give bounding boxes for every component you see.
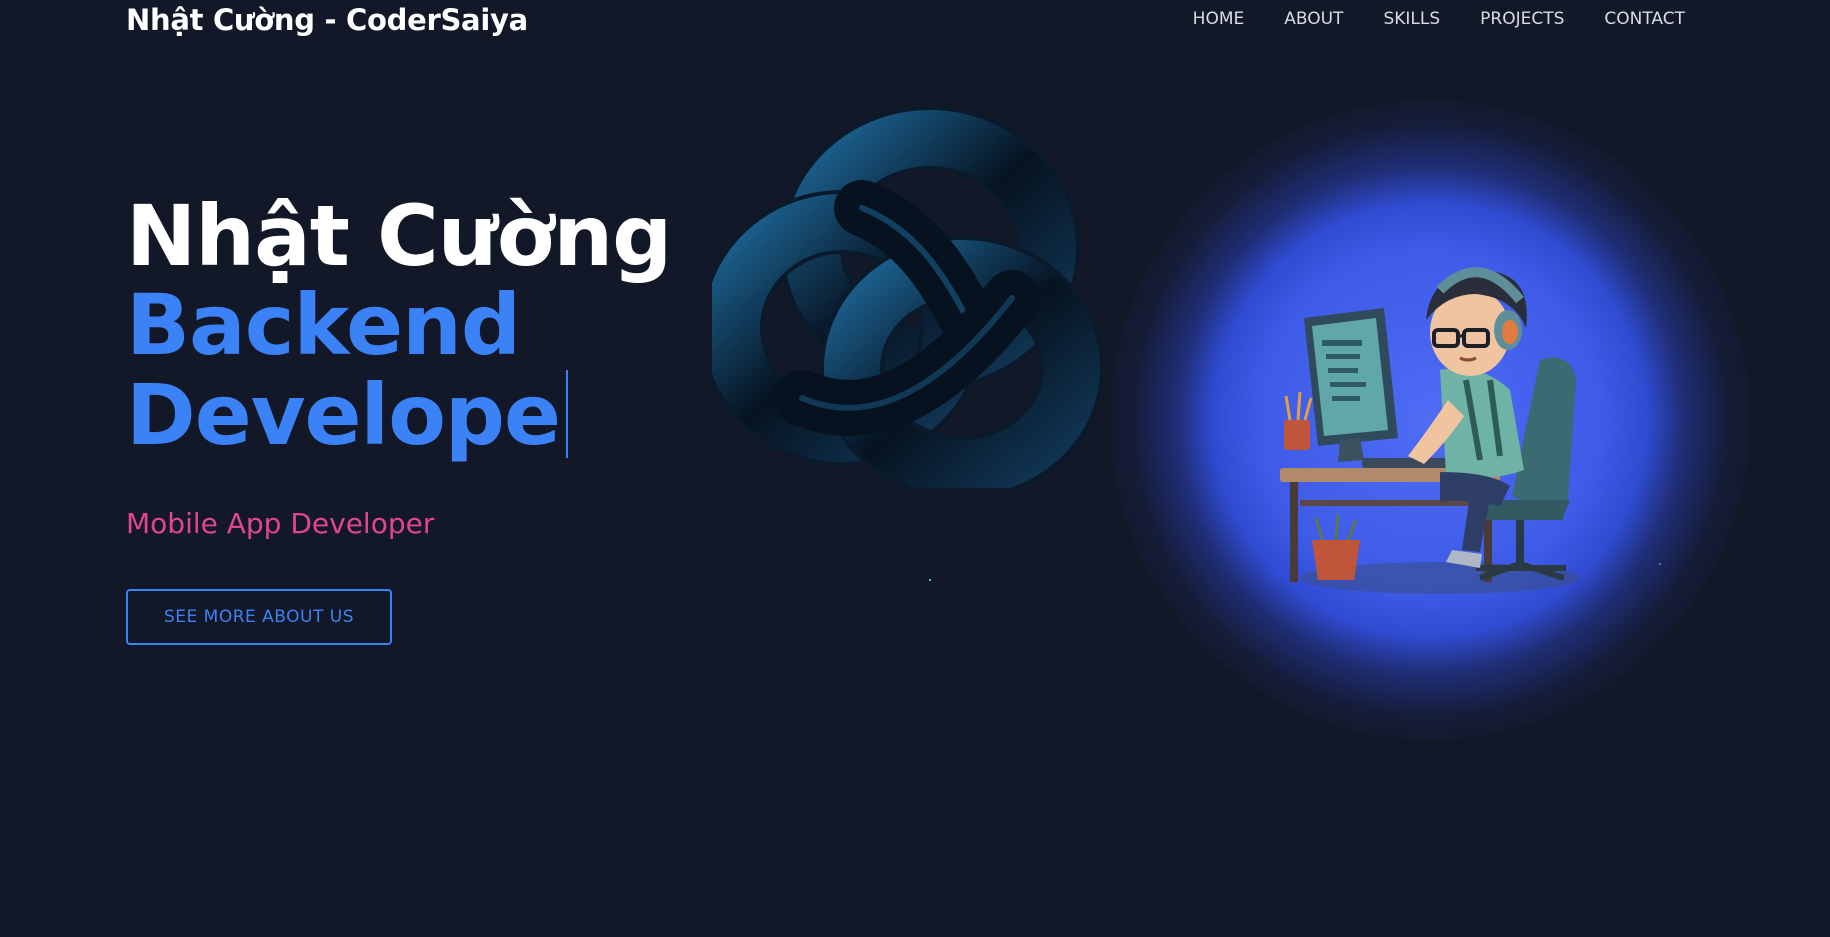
typing-caret (566, 370, 569, 458)
brand-logo[interactable]: Nhật Cường - CoderSaiya (126, 0, 528, 40)
hero-role-line1: Backend (126, 276, 521, 374)
nav-about[interactable]: ABOUT (1284, 6, 1343, 32)
developer-avatar-icon (1280, 267, 1580, 594)
nav-home[interactable]: HOME (1193, 6, 1245, 32)
see-more-button[interactable]: SEE MORE ABOUT US (126, 589, 392, 645)
trefoil-knot-3d-icon (712, 106, 1102, 488)
page: Nhật Cường - CoderSaiya HOME ABOUT SKILL… (0, 0, 1830, 937)
hero-role-typewriter: Backend Develope (126, 280, 686, 460)
nav-projects[interactable]: PROJECTS (1480, 6, 1564, 32)
nav-contact[interactable]: CONTACT (1604, 6, 1685, 32)
hero-subtitle: Mobile App Developer (126, 507, 435, 540)
main-nav: HOME ABOUT SKILLS PROJECTS CONTACT (1193, 6, 1685, 32)
hero-role-line2-wrap: Develope (126, 370, 686, 460)
nav-skills[interactable]: SKILLS (1383, 6, 1440, 32)
particle-dot (929, 579, 931, 581)
hero-name: Nhật Cường (126, 187, 672, 285)
hero-role-line2: Develope (126, 366, 561, 464)
